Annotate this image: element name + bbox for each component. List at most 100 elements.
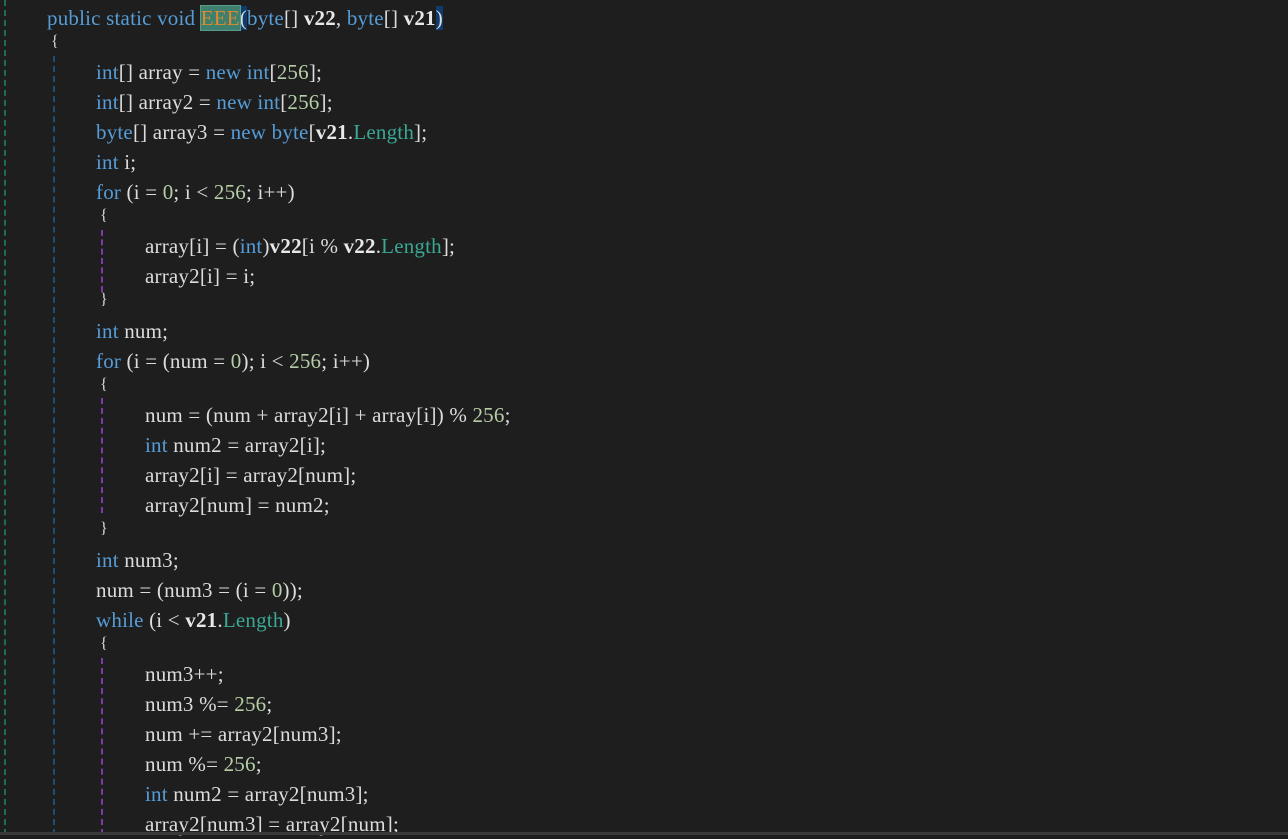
parameter-token: v21 bbox=[403, 6, 436, 30]
code-token: num %= bbox=[145, 752, 224, 776]
code-token: [ bbox=[269, 60, 277, 84]
code-token: ) bbox=[283, 608, 291, 632]
number-literal: 256 bbox=[276, 60, 309, 84]
code-token: num; bbox=[118, 319, 169, 343]
keyword-token: int bbox=[145, 433, 168, 457]
code-line[interactable]: public static void EEE(byte[] v22, byte[… bbox=[47, 3, 443, 33]
keyword-token: new int bbox=[216, 90, 281, 114]
code-token: } bbox=[100, 520, 108, 537]
code-editor[interactable]: public static void EEE(byte[] v22, byte[… bbox=[0, 0, 1288, 836]
code-token: { bbox=[100, 635, 108, 652]
code-line[interactable]: num3 %= 256; bbox=[145, 689, 272, 719]
code-line[interactable]: num += array2[num3]; bbox=[145, 719, 342, 749]
code-token: )); bbox=[282, 578, 303, 602]
number-literal: 0 bbox=[271, 578, 283, 602]
method-name-highlight: EEE bbox=[199, 5, 241, 31]
code-token: [] array3 = bbox=[132, 120, 231, 144]
code-line[interactable]: int num3; bbox=[96, 545, 179, 575]
number-literal: 0 bbox=[162, 180, 174, 204]
parameter-token: v21 bbox=[315, 120, 348, 144]
code-line[interactable]: { bbox=[100, 629, 108, 659]
code-token: num += array2[num3]; bbox=[145, 722, 342, 746]
code-token: ) bbox=[262, 234, 270, 258]
code-line[interactable]: num = (num3 = (i = 0)); bbox=[96, 575, 303, 605]
code-line[interactable]: int i; bbox=[96, 147, 136, 177]
code-token: array2[i] = i; bbox=[145, 264, 256, 288]
code-token: { bbox=[100, 376, 108, 393]
code-line[interactable]: } bbox=[100, 514, 108, 544]
keyword-token: new byte bbox=[230, 120, 309, 144]
code-token: [ bbox=[308, 120, 316, 144]
code-token: ; bbox=[255, 752, 262, 776]
keyword-token: int bbox=[145, 782, 168, 806]
parameter-token: v22 bbox=[269, 234, 302, 258]
code-token: ]; bbox=[308, 60, 323, 84]
code-line[interactable]: array2[num] = num2; bbox=[145, 490, 330, 520]
code-line[interactable]: num = (num + array2[i] + array[i]) % 256… bbox=[145, 400, 511, 430]
code-line[interactable]: int[] array2 = new int[256]; bbox=[96, 87, 333, 117]
code-line[interactable]: array[i] = (int)v22[i % v22.Length]; bbox=[145, 231, 455, 261]
code-token: num3++; bbox=[145, 662, 224, 686]
code-token: { bbox=[51, 33, 59, 50]
number-literal: 256 bbox=[287, 90, 320, 114]
code-line[interactable]: int num; bbox=[96, 316, 168, 346]
code-token: , bbox=[335, 6, 347, 30]
code-line[interactable]: } bbox=[100, 285, 108, 315]
keyword-token: new int bbox=[205, 60, 270, 84]
code-token: num3; bbox=[118, 548, 179, 572]
code-line[interactable]: num3++; bbox=[145, 659, 224, 689]
keyword-token: int bbox=[96, 90, 119, 114]
code-token: num = (num3 = (i = bbox=[96, 578, 272, 602]
number-literal: 256 bbox=[472, 403, 505, 427]
code-token: [i % bbox=[301, 234, 344, 258]
keyword-token: int bbox=[96, 60, 119, 84]
code-line[interactable]: int num2 = array2[i]; bbox=[145, 430, 326, 460]
property-token: Length bbox=[222, 608, 284, 632]
code-line[interactable]: int num2 = array2[num3]; bbox=[145, 779, 369, 809]
indent-guide-while-loop bbox=[101, 658, 103, 835]
parameter-token: v22 bbox=[343, 234, 376, 258]
code-line[interactable]: array2[i] = i; bbox=[145, 261, 255, 291]
code-token: num2 = array2[num3]; bbox=[167, 782, 369, 806]
property-token: Length bbox=[353, 120, 415, 144]
number-literal: 256 bbox=[234, 692, 267, 716]
code-line[interactable]: int[] array = new int[256]; bbox=[96, 57, 322, 87]
code-line[interactable]: for (i = (num = 0); i < 256; i++) bbox=[96, 346, 370, 376]
code-token: ]; bbox=[441, 234, 456, 258]
code-token: [] array2 = bbox=[118, 90, 217, 114]
code-line[interactable]: array2[i] = array2[num]; bbox=[145, 460, 356, 490]
parameter-token: v22 bbox=[303, 6, 336, 30]
code-token: ]; bbox=[414, 120, 428, 144]
code-token: num = (num + array2[i] + array[i]) % bbox=[145, 403, 473, 427]
code-token: array[i] = ( bbox=[145, 234, 240, 258]
number-literal: 256 bbox=[289, 349, 322, 373]
code-line[interactable]: { bbox=[100, 370, 108, 400]
code-line[interactable]: while (i < v21.Length) bbox=[96, 605, 291, 635]
indent-guide-for-loop-2 bbox=[101, 398, 103, 513]
code-token: } bbox=[100, 291, 108, 308]
code-token: (i = (num = bbox=[121, 349, 231, 373]
code-token: ; i < bbox=[173, 180, 214, 204]
indent-guide-for-loop-1 bbox=[101, 230, 103, 292]
code-line[interactable]: num %= 256; bbox=[145, 749, 262, 779]
code-token: num2 = array2[i]; bbox=[167, 433, 327, 457]
keyword-token: int bbox=[96, 548, 119, 572]
code-token: [] array = bbox=[118, 60, 206, 84]
code-token: [] bbox=[283, 6, 304, 30]
code-line[interactable]: for (i = 0; i < 256; i++) bbox=[96, 177, 295, 207]
code-token: ; bbox=[266, 692, 273, 716]
number-literal: 0 bbox=[230, 349, 242, 373]
code-token: i; bbox=[118, 150, 137, 174]
brace-match-highlight: ( bbox=[239, 6, 247, 30]
keyword-token: public static void bbox=[47, 6, 201, 30]
keyword-token: byte bbox=[346, 6, 384, 30]
code-token: ; bbox=[504, 403, 511, 427]
code-line[interactable]: { bbox=[100, 201, 108, 231]
code-token: [] bbox=[383, 6, 404, 30]
code-line[interactable]: byte[] array3 = new byte[v21.Length]; bbox=[96, 117, 427, 147]
keyword-token: int bbox=[239, 234, 263, 258]
code-token: ]; bbox=[319, 90, 333, 114]
code-line[interactable]: { bbox=[51, 27, 59, 57]
indent-guide-method bbox=[53, 56, 55, 835]
property-token: Length bbox=[381, 234, 442, 258]
